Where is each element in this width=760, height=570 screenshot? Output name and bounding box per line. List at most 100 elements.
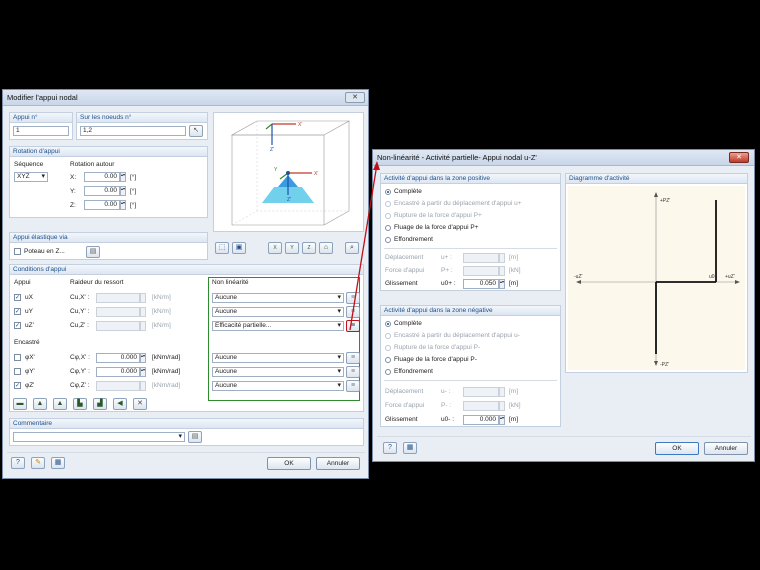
pos-glissement-spinner[interactable]: ▴▾ (499, 279, 505, 289)
view-iso-icon[interactable]: ⬚ (215, 242, 229, 254)
pos-effondrement-radio[interactable] (385, 237, 391, 243)
cphiy-field[interactable]: 0.000 (96, 367, 140, 377)
commentaire-edit-icon[interactable]: ▤ (188, 431, 202, 443)
cphiy-label: Cφ,Y' : (70, 368, 90, 375)
nonlin-phiz-select[interactable]: Aucune (212, 381, 344, 391)
help-icon[interactable]: ? (383, 442, 397, 454)
pos-deplacement-field (463, 253, 499, 263)
pos-complete-label: Complète (394, 188, 422, 195)
ux-checkbox[interactable]: ✓ (14, 294, 21, 301)
ok-button[interactable]: OK (655, 442, 699, 455)
neg-glissement-spinner[interactable]: ▴▾ (499, 415, 505, 425)
rot-x-spinner[interactable]: ▴▾ (120, 172, 126, 182)
pos-fluage-radio[interactable] (385, 225, 391, 231)
nonlin-phiz-edit-icon[interactable]: ≡ (346, 380, 360, 392)
nonlin-phix-edit-icon[interactable]: ≡ (346, 352, 360, 364)
noeuds-field[interactable]: 1,2 (80, 126, 186, 136)
pos-separator (384, 248, 557, 249)
close-icon[interactable]: ✕ (729, 152, 749, 163)
table-icon[interactable]: ▦ (403, 442, 417, 454)
cphiz-field (96, 381, 140, 391)
diagram-left-label: -uZ' (574, 274, 583, 280)
neg-glissement-field[interactable]: 0.000 (463, 415, 499, 425)
support-none-icon[interactable]: ✕ (133, 398, 147, 410)
view-3d-icon[interactable]: ⌂ (319, 242, 333, 254)
nonlin-uy-edit-icon[interactable]: ≡ (346, 306, 360, 318)
cphiy-spinner[interactable]: ▴▾ (140, 367, 146, 377)
neg-deplacement-field (463, 387, 499, 397)
nonlin-phiy-edit-icon[interactable]: ≡ (346, 366, 360, 378)
nonlin-phix-select[interactable]: Aucune (212, 353, 344, 363)
positive-zone-group: Activité d'appui dans la zone positive C… (380, 173, 561, 291)
view-render-icon[interactable]: ▣ (232, 242, 246, 254)
footer-separator (7, 452, 365, 453)
pos-force-label: Force d'appui (385, 267, 425, 274)
poteau-checkbox[interactable] (14, 248, 21, 255)
commentaire-group: Commentaire ▤ (9, 418, 364, 446)
pos-deplacement-unit: [m] (509, 254, 519, 261)
pos-deplacement-spinner (499, 253, 505, 263)
rot-z-spinner[interactable]: ▴▾ (120, 200, 126, 210)
view-x-icon[interactable]: X (268, 242, 282, 254)
support-free-icon[interactable]: ▬ (13, 398, 27, 410)
rot-z-field[interactable]: 0.00 (84, 200, 120, 210)
phiz-checkbox[interactable]: ✓ (14, 382, 21, 389)
diagram-top-label: +PZ' (660, 198, 670, 204)
nonlin-ux-select[interactable]: Aucune (212, 293, 344, 303)
pos-deplacement-sym: u+ : (441, 254, 453, 261)
neg-fluage-radio[interactable] (385, 357, 391, 363)
annuler-button[interactable]: Annuler (704, 442, 748, 455)
annuler-button[interactable]: Annuler (316, 457, 360, 470)
support-wall-icon[interactable]: ◀ (113, 398, 127, 410)
support-roller-icon[interactable]: ▲ (53, 398, 67, 410)
pos-complete-radio[interactable] (385, 189, 391, 195)
nonlin-uz-select[interactable]: Efficacité partielle... (212, 321, 344, 331)
rot-y-unit: [°] (130, 188, 137, 195)
neg-complete-radio[interactable] (385, 321, 391, 327)
cphix-spinner[interactable]: ▴▾ (140, 353, 146, 363)
commentaire-field[interactable] (13, 432, 185, 442)
rot-y-spinner[interactable]: ▴▾ (120, 186, 126, 196)
pick-nodes-icon[interactable]: ↖ (189, 125, 203, 137)
cphix-field[interactable]: 0.000 (96, 353, 140, 363)
support-fixed-icon[interactable]: ▙ (73, 398, 87, 410)
nonlin-uy-select[interactable]: Aucune (212, 307, 344, 317)
view-z-icon[interactable]: Z (302, 242, 316, 254)
edit-icon[interactable]: ✎ (31, 457, 45, 469)
close-icon[interactable]: ✕ (345, 92, 365, 103)
pos-glissement-field[interactable]: 0.050 (463, 279, 499, 289)
elastic-header: Appui élastique via (10, 233, 207, 243)
support-sliding-icon[interactable]: ▟ (93, 398, 107, 410)
help-icon[interactable]: ? (11, 457, 25, 469)
rot-x-field[interactable]: 0.00 (84, 172, 120, 182)
diagram-bottom-label: -PZ' (660, 362, 669, 368)
rotation-group: Rotation d'appui Séquence XYZ Rotation a… (9, 146, 208, 218)
sequence-select[interactable]: XYZ (14, 172, 48, 182)
nonlin-ux-edit-icon[interactable]: ≡ (346, 292, 360, 304)
appui-no-field[interactable]: 1 (13, 126, 69, 136)
neg-effondrement-radio[interactable] (385, 369, 391, 375)
uy-checkbox[interactable]: ✓ (14, 308, 21, 315)
pos-glissement-label: Glissement (385, 280, 418, 287)
zoom-icon[interactable]: ⌕ (345, 242, 359, 254)
phiy-checkbox[interactable] (14, 368, 21, 375)
support-hinged-icon[interactable]: ▲ (33, 398, 47, 410)
neg-force-unit: [kN] (509, 402, 521, 409)
table-icon[interactable]: ▦ (51, 457, 65, 469)
diagram-u0-label: u0+ (709, 274, 718, 280)
pos-force-field (463, 266, 499, 276)
nonlin-phiy-select[interactable]: Aucune (212, 367, 344, 377)
nonlin-uz-edit-icon[interactable]: ≡ (346, 320, 360, 332)
rot-y-field[interactable]: 0.00 (84, 186, 120, 196)
pos-effondrement-label: Effondrement (394, 236, 433, 243)
uz-checkbox[interactable]: ✓ (14, 322, 21, 329)
cphix-label: Cφ,X' : (70, 354, 90, 361)
neg-effondrement-label: Effondrement (394, 368, 433, 375)
neg-deplacement-unit: [m] (509, 388, 519, 395)
ok-button[interactable]: OK (267, 457, 311, 470)
phix-checkbox[interactable] (14, 354, 21, 361)
view-y-icon[interactable]: Y (285, 242, 299, 254)
poteau-edit-icon[interactable]: ▤ (86, 246, 100, 258)
sequence-label: Séquence (14, 161, 44, 168)
footer-separator (377, 436, 751, 437)
